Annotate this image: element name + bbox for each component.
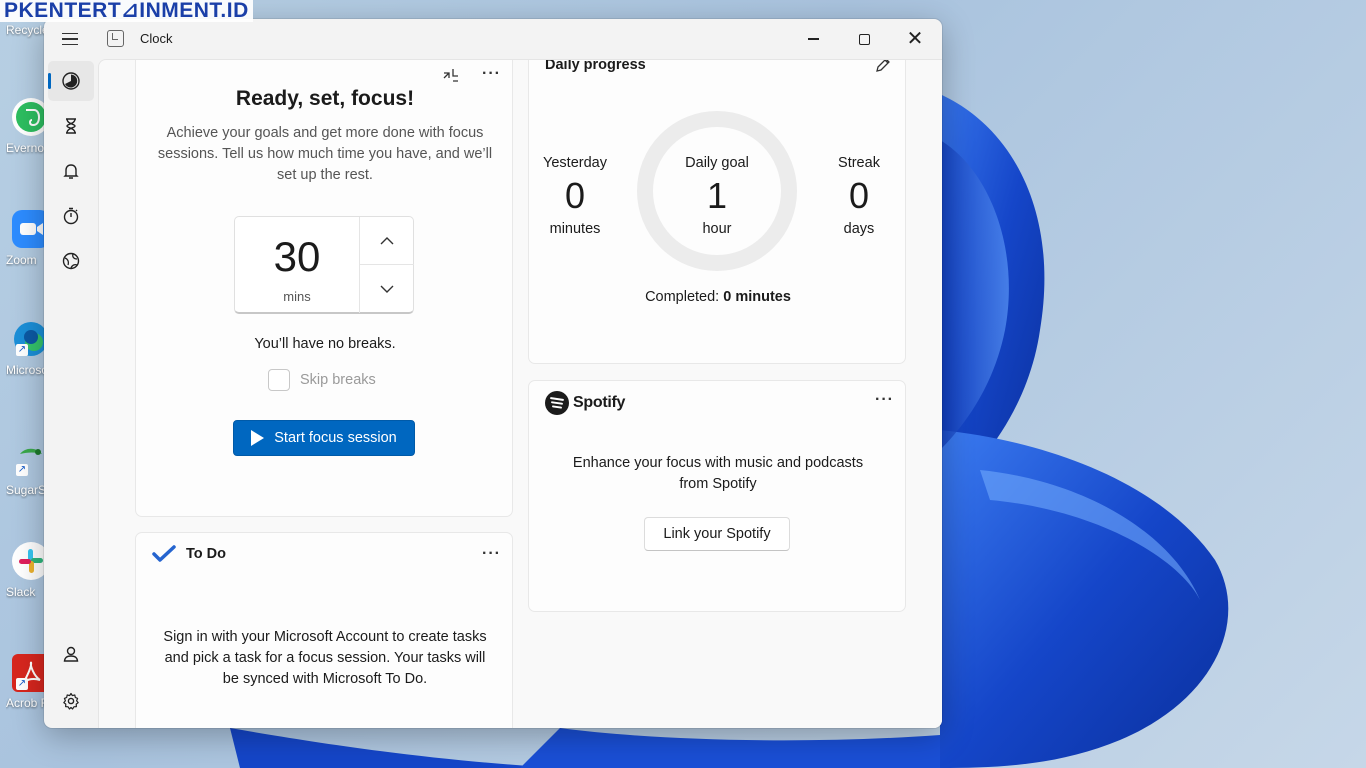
- todo-more-button[interactable]: ···: [482, 545, 501, 563]
- daily-goal-value: 1: [706, 175, 728, 216]
- minutes-unit: mins: [283, 289, 311, 304]
- focus-description: Achieve your goals and get more done wit…: [157, 125, 493, 183]
- minimize-icon: [807, 38, 819, 40]
- completed-label: Completed:: [645, 289, 720, 305]
- daily-goal-stat[interactable]: Daily goal 1 hour: [667, 155, 767, 237]
- spotify-icon: [545, 391, 569, 415]
- todo-description: Sign in with your Microsoft Account to c…: [163, 629, 487, 687]
- globe-icon: [62, 252, 80, 270]
- chevron-up-icon: [380, 236, 394, 244]
- title-bar[interactable]: Clock ✕: [44, 19, 942, 59]
- shortcut-arrow-icon: ↗: [16, 344, 28, 356]
- focus-more-button[interactable]: ···: [482, 65, 501, 83]
- shortcut-arrow-icon: ↗: [16, 678, 28, 690]
- start-focus-session-label: Start focus session: [274, 430, 397, 446]
- link-spotify-button[interactable]: Link your Spotify: [644, 517, 790, 551]
- streak-unit: days: [843, 221, 875, 237]
- breaks-text: You’ll have no breaks.: [254, 336, 396, 352]
- sidebar-item-focus-sessions[interactable]: [48, 61, 94, 101]
- minutes-value[interactable]: 30: [235, 233, 359, 281]
- hamburger-menu-icon[interactable]: [58, 27, 82, 51]
- spotify-card: Spotify ··· Enhance your focus with musi…: [528, 380, 906, 612]
- sidebar-item-timer[interactable]: [48, 106, 94, 146]
- yesterday-stat: Yesterday 0 minutes: [525, 155, 625, 237]
- yesterday-value: 0: [564, 175, 586, 216]
- yesterday-unit: minutes: [549, 221, 601, 237]
- sidebar-item-settings[interactable]: [48, 681, 94, 721]
- chevron-down-icon: [380, 285, 394, 293]
- start-focus-session-button[interactable]: Start focus session: [233, 420, 415, 456]
- clock-app-icon: [107, 30, 124, 47]
- gear-icon: [63, 692, 79, 710]
- daily-progress-title: Daily progress: [545, 59, 646, 73]
- clock-window: Clock ✕ ··· Ready, set, focus! Achieve y…: [44, 19, 942, 728]
- focus-icon: [62, 72, 80, 90]
- todo-title: To Do: [186, 546, 226, 562]
- focus-title: Ready, set, focus!: [235, 87, 415, 110]
- edit-pencil-icon[interactable]: [873, 59, 893, 75]
- shortcut-arrow-icon: ↗: [16, 464, 28, 476]
- content-area: ··· Ready, set, focus! Achieve your goal…: [98, 59, 942, 728]
- todo-card: To Do ··· Sign in with your Microsoft Ac…: [135, 532, 513, 728]
- close-button[interactable]: ✕: [892, 23, 938, 55]
- daily-progress-card: Daily progress Yesterday 0 minutes Daily…: [525, 59, 909, 364]
- focus-session-card: ··· Ready, set, focus! Achieve your goal…: [135, 60, 513, 517]
- decrease-minutes-button[interactable]: [360, 265, 414, 313]
- streak-stat: Streak 0 days: [809, 155, 909, 237]
- hourglass-icon: [66, 118, 76, 134]
- todo-check-icon: [152, 545, 176, 562]
- spotify-brand-text: Spotify: [573, 394, 626, 411]
- sidebar-item-account[interactable]: [48, 634, 94, 674]
- maximize-button[interactable]: [841, 23, 887, 55]
- streak-value: 0: [848, 175, 870, 216]
- increase-minutes-button[interactable]: [360, 217, 414, 265]
- daily-goal-unit: hour: [702, 221, 732, 237]
- streak-label: Streak: [838, 155, 880, 171]
- yesterday-label: Yesterday: [543, 155, 607, 171]
- completed-text: Completed: 0 minutes: [529, 289, 907, 305]
- sidebar-item-alarm[interactable]: [48, 151, 94, 191]
- daily-goal-label: Daily goal: [685, 155, 749, 171]
- close-icon: ✕: [906, 28, 924, 50]
- spotify-logo: Spotify: [545, 391, 625, 415]
- todo-header: To Do: [152, 545, 226, 563]
- sidebar: [44, 59, 98, 728]
- skip-breaks-checkbox[interactable]: [268, 369, 290, 391]
- stopwatch-icon: [63, 207, 79, 225]
- play-icon: [251, 430, 265, 446]
- skip-breaks-row[interactable]: Skip breaks: [268, 369, 376, 391]
- maximize-icon: [858, 33, 870, 45]
- watermark: PKENTERT⊿INMENT.ID: [0, 0, 253, 22]
- minutes-picker[interactable]: 30 mins: [234, 216, 414, 314]
- spotify-description: Enhance your focus with music and podcas…: [572, 455, 864, 492]
- skip-breaks-label: Skip breaks: [300, 372, 376, 388]
- completed-value: 0 minutes: [723, 289, 791, 305]
- window-title: Clock: [140, 31, 173, 46]
- minimize-button[interactable]: [790, 23, 836, 55]
- sidebar-item-world-clock[interactable]: [48, 241, 94, 281]
- bell-icon: [63, 164, 79, 179]
- compact-overlay-icon[interactable]: [442, 67, 460, 85]
- sidebar-item-stopwatch[interactable]: [48, 196, 94, 236]
- spotify-more-button[interactable]: ···: [875, 391, 894, 409]
- person-icon: [63, 646, 79, 662]
